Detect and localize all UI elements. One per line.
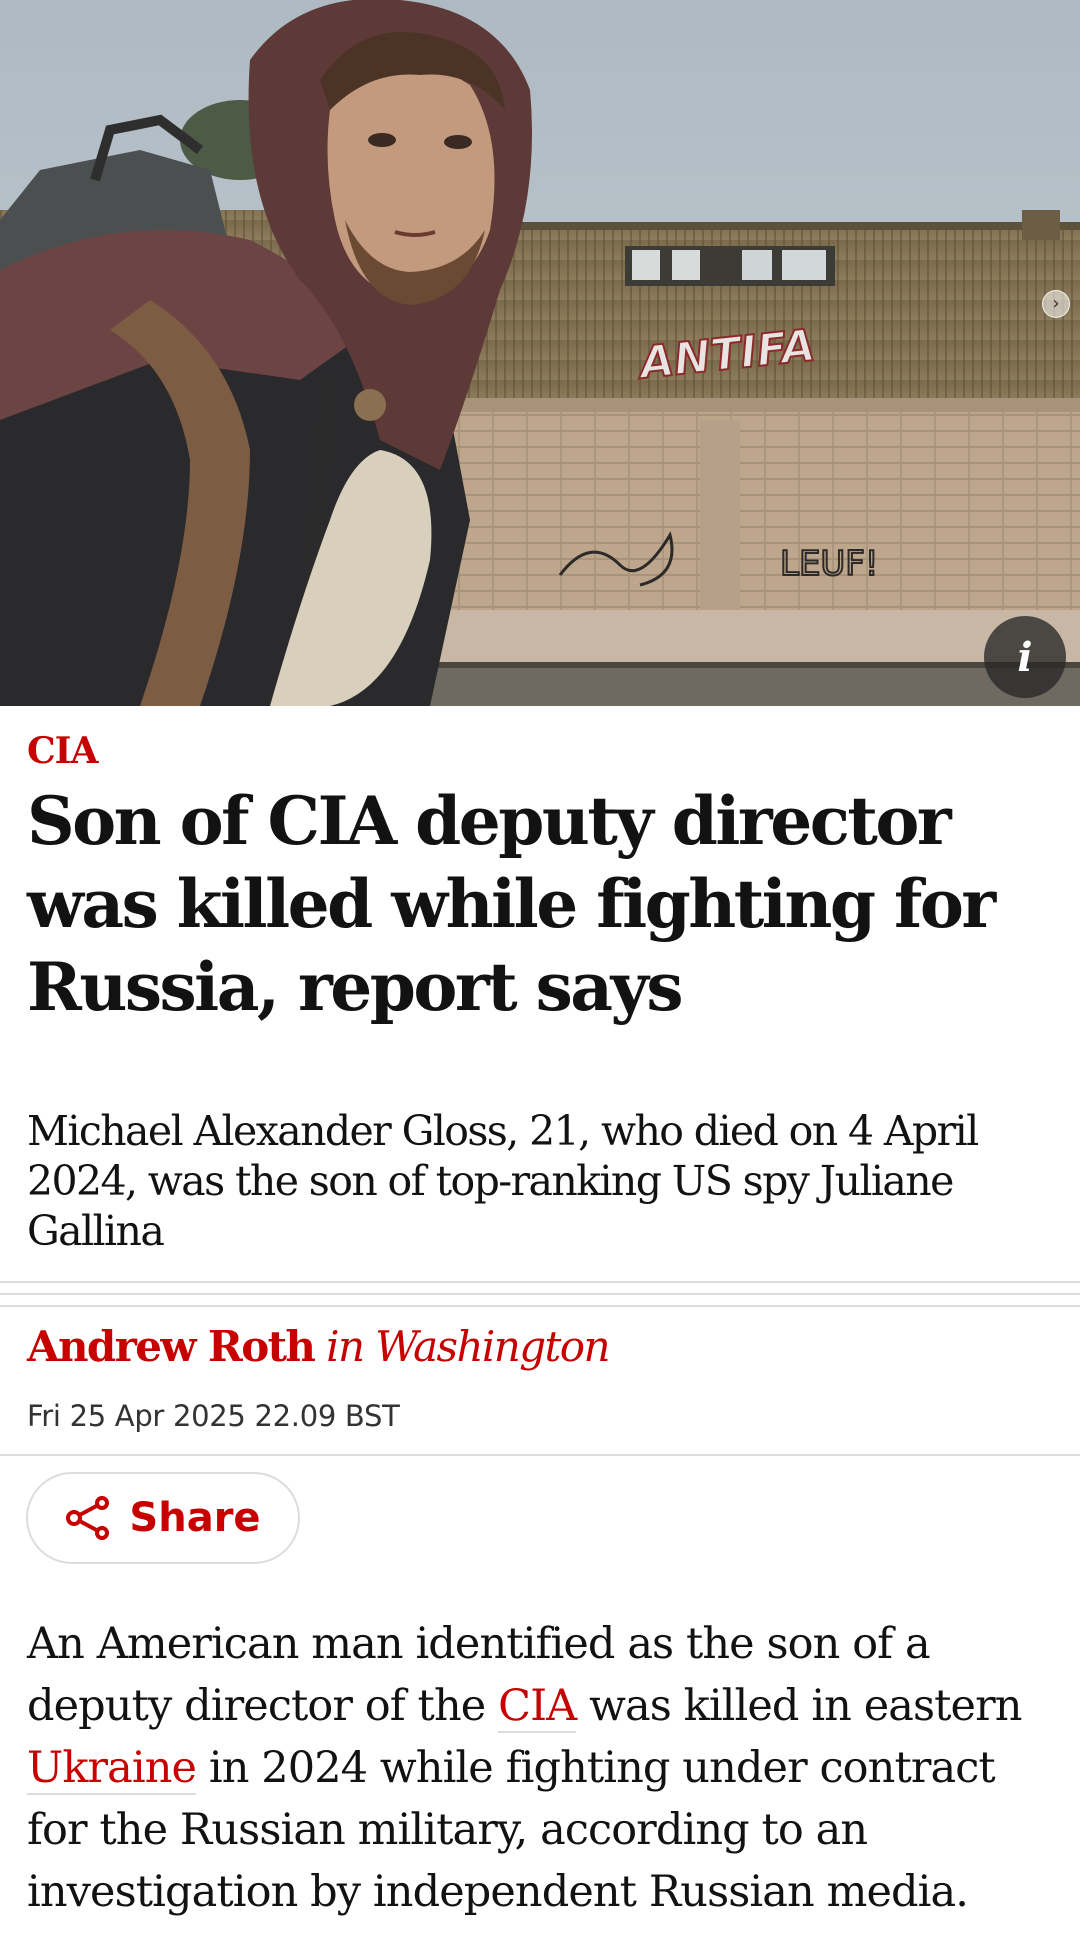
share-button[interactable]: Share [26,1472,300,1564]
article-page: ANTIFA LEUF! › i CIA Son of CIA deputy d… [0,0,1080,1952]
divider [0,1454,1080,1456]
standfirst: Michael Alexander Gloss, 21, who died on… [27,1107,979,1255]
carousel-next-icon[interactable]: › [1042,290,1070,318]
section-kicker[interactable]: CIA [27,730,98,772]
byline-location: in Washington [326,1322,610,1371]
hero-photo: ANTIFA LEUF! [0,0,1080,706]
article-body: An American man identified as the son of… [27,1613,1067,1923]
headline: Son of CIA deputy director was killed wh… [27,782,996,1026]
publish-date: Fri 25 Apr 2025 22.09 BST [27,1399,400,1433]
info-icon[interactable]: i [984,616,1066,698]
byline: Andrew Roth in Washington [27,1322,611,1371]
body-text-part: was killed in eastern [576,1681,1022,1731]
ukraine-link[interactable]: Ukraine [27,1743,197,1795]
divider [0,1293,1080,1295]
cia-link[interactable]: CIA [498,1681,577,1733]
divider [0,1305,1080,1307]
share-icon [66,1496,110,1540]
author-link[interactable]: Andrew Roth [27,1322,316,1371]
divider [0,1281,1080,1283]
share-label: Share [129,1495,261,1541]
graffiti-bottom-text: LEUF! [780,544,879,584]
hero-image: ANTIFA LEUF! › i [0,0,1080,706]
